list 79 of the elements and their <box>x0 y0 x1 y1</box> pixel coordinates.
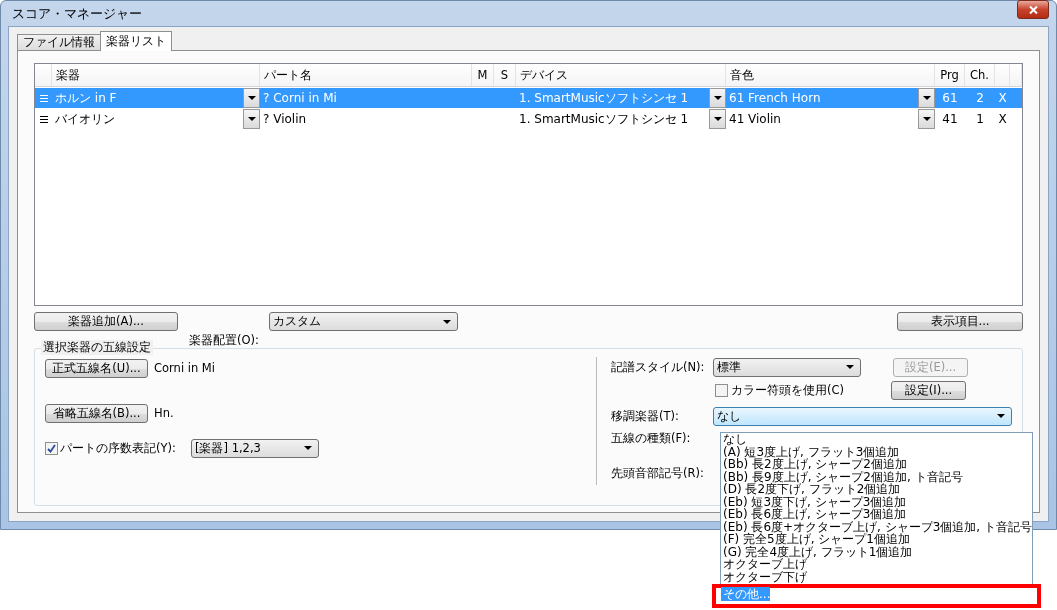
caret-icon <box>846 365 854 369</box>
table-cell-text: 1 <box>975 111 985 128</box>
table-cell-text: ホルン in F <box>54 89 117 107</box>
column-header[interactable]: 音色 <box>726 64 935 86</box>
drag-handle-icon <box>39 115 48 123</box>
caret-icon <box>713 96 722 100</box>
dropdown-option[interactable]: (D) 長2度下げ, フラット2個追加 <box>721 483 1032 496</box>
dropdown-option[interactable]: (F) 完全5度上げ, シャープ1個追加 <box>721 533 1032 546</box>
caret-icon <box>922 96 931 100</box>
dropdown-option[interactable]: なし <box>721 433 1032 446</box>
dropdown-option[interactable]: (G) 完全4度上げ, フラット1個追加 <box>721 545 1032 558</box>
transposition-dropdown[interactable]: なし <box>713 406 1012 426</box>
short-name-button[interactable]: 省略五線名(B)... <box>45 403 148 423</box>
notation-style-dropdown[interactable]: 標準 <box>713 357 861 377</box>
dropdown-option[interactable]: (Bb) 長2度上げ, シャープ2個追加 <box>721 458 1032 471</box>
add-instrument-button[interactable]: 楽器追加(A)... <box>34 312 178 331</box>
column-header[interactable]: S <box>494 64 516 86</box>
dropdown-option[interactable]: オクターブ下げ <box>721 570 1032 583</box>
field-label: 移調楽器(T): <box>611 408 680 424</box>
field-label: 先頭音部記号(R): <box>611 465 705 481</box>
dropdown-button[interactable] <box>243 88 260 108</box>
arrangement-label: 楽器配置(O): <box>189 333 260 348</box>
table-cell-text: 61 <box>941 90 959 107</box>
dropdown-option[interactable]: (Eb) 短3度下げ, シャープ3個追加 <box>721 495 1032 508</box>
dropdown-option[interactable]: (A) 短3度上げ, フラット3個追加 <box>721 445 1032 458</box>
caret-icon <box>247 117 256 121</box>
settings-button[interactable]: 設定(I)... <box>891 380 966 400</box>
field-label: 五線の種類(F): <box>611 430 692 446</box>
ordinal-dropdown[interactable]: [楽器] 1,2,3 <box>191 438 319 458</box>
display-items-button[interactable]: 表示項目... <box>897 312 1023 331</box>
full-name-button[interactable]: 正式五線名(U)... <box>45 358 148 378</box>
dropdown-option[interactable]: (Eb) 長6度上げ, シャープ3個追加 <box>721 508 1032 521</box>
caret-icon <box>713 117 722 121</box>
tab[interactable]: 楽器リスト <box>100 31 172 51</box>
caret-icon <box>997 414 1005 418</box>
check-icon <box>47 443 56 453</box>
table-cell-text: 41 Violin <box>728 112 781 126</box>
window-title: スコア・マネージャー <box>11 4 142 23</box>
checkbox[interactable] <box>715 383 728 397</box>
checkbox[interactable] <box>45 441 58 455</box>
table-cell-text: ? Violin <box>262 111 308 128</box>
caret-icon <box>922 117 931 121</box>
full-name-value: Corni in Mi <box>154 361 215 375</box>
checkbox-label: カラー符頭を使用(C) <box>731 382 845 398</box>
table-cell-text: バイオリン <box>54 110 115 128</box>
table-cell-text: 2 <box>975 90 985 107</box>
column-header[interactable]: パート名 <box>260 64 472 86</box>
dropdown-option[interactable]: (Bb) 長9度上げ, シャープ2個追加, ト音記号 <box>721 470 1032 483</box>
field-label: 記譜スタイル(N): <box>611 359 706 375</box>
tab[interactable]: ファイル情報 <box>17 34 101 51</box>
table-cell-text: 61 French Horn <box>728 91 821 105</box>
dropdown-button[interactable] <box>709 88 726 108</box>
table-row[interactable]: バイオリン ? Violin 1. SmartMusicソフトシンセ 1 41 Violin 41 1 X <box>35 109 1022 129</box>
dropdown-option[interactable]: オクターブ上げ <box>721 558 1032 571</box>
close-icon <box>1028 5 1038 14</box>
close-button[interactable] <box>1017 0 1049 19</box>
column-header[interactable]: 楽器 <box>52 64 260 86</box>
short-name-value: Hn. <box>154 406 174 420</box>
arrangement-dropdown[interactable]: カスタム <box>269 312 458 331</box>
table-cell-text: 41 <box>941 111 959 128</box>
delete-button[interactable]: X <box>995 109 1010 129</box>
drag-handle-icon <box>39 94 48 102</box>
table-cell-text: ? Corni in Mi <box>262 90 338 107</box>
dropdown-button[interactable] <box>918 109 935 129</box>
checkbox-label: パートの序数表記(Y): <box>60 440 177 456</box>
caret-icon <box>443 319 451 324</box>
dropdown-option[interactable]: (Eb) 長6度+オクターブ上げ, シャープ3個追加, ト音記号 <box>721 520 1032 533</box>
table-cell-text: 1. SmartMusicソフトシンセ 1 <box>518 110 689 128</box>
dropdown-button[interactable] <box>243 109 260 129</box>
column-header[interactable]: M <box>472 64 494 86</box>
column-header[interactable]: Prg <box>935 64 965 86</box>
table-cell-text: 1. SmartMusicソフトシンセ 1 <box>518 89 689 107</box>
caret-icon <box>304 446 312 450</box>
column-header[interactable]: デバイス <box>516 64 726 86</box>
caret-icon <box>247 96 256 100</box>
group-title: 選択楽器の五線設定 <box>41 340 153 355</box>
dropdown-button[interactable] <box>709 109 726 129</box>
dropdown-button[interactable] <box>918 88 935 108</box>
column-header[interactable]: Ch. <box>965 64 995 86</box>
